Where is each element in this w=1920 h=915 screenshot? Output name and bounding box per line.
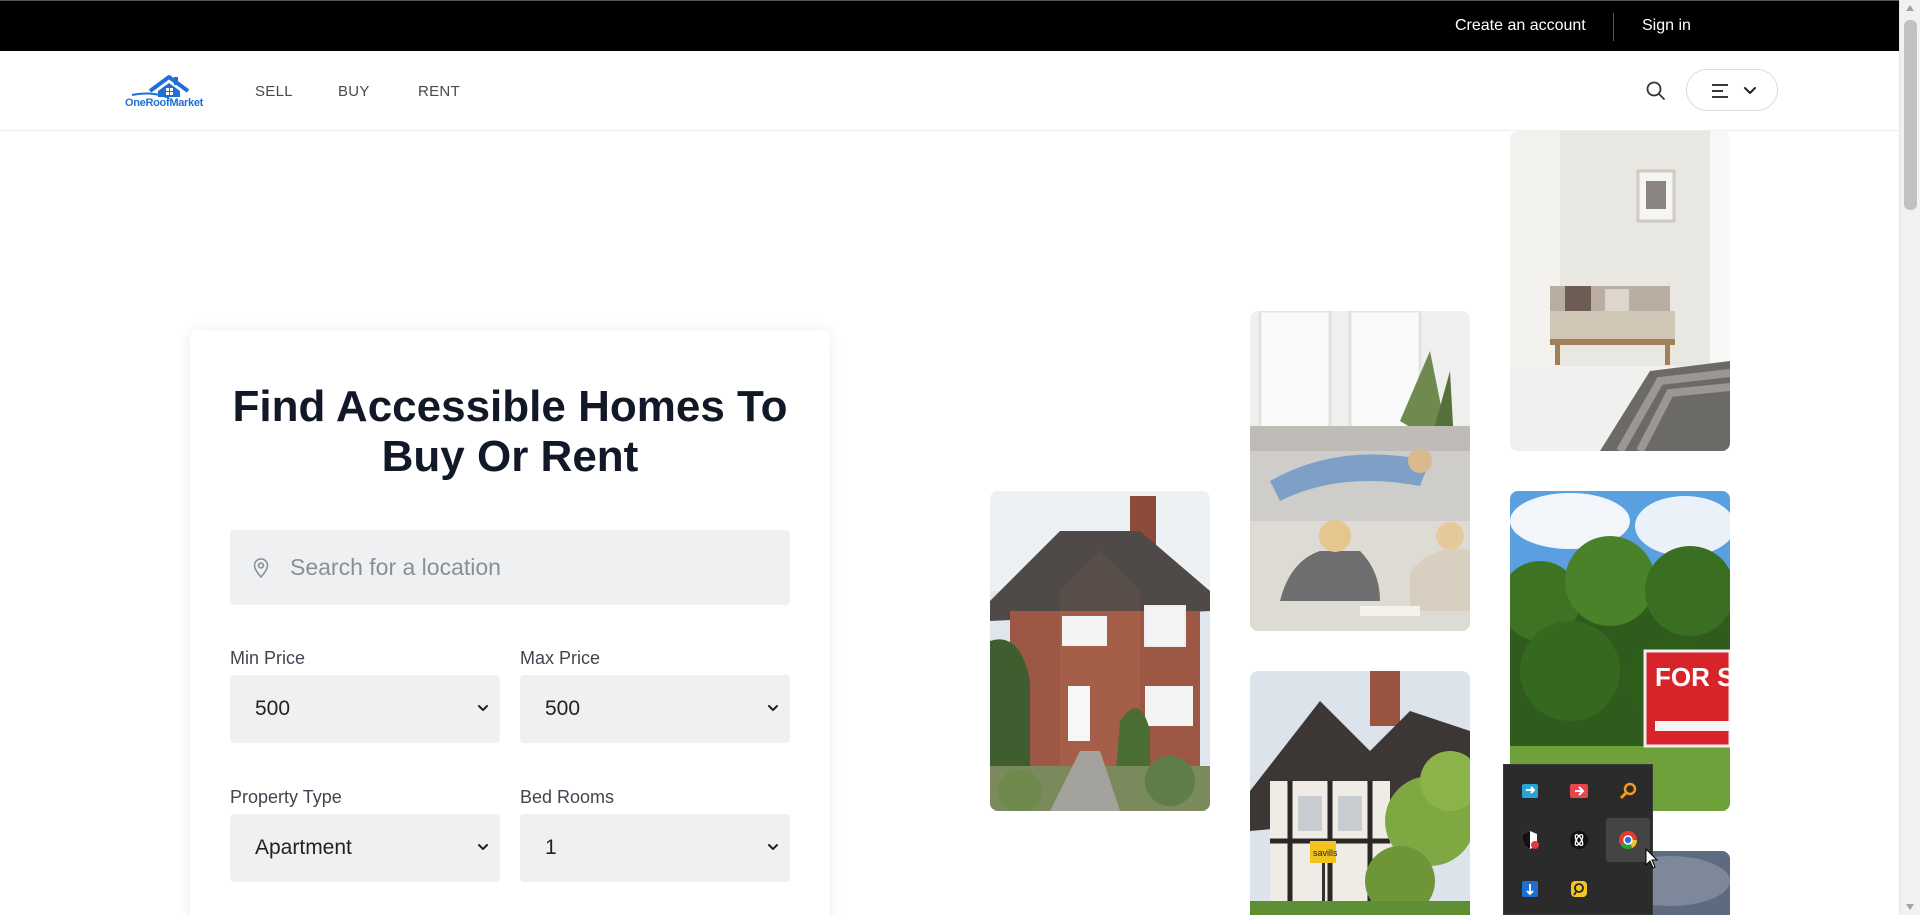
tudor-house-image: savills (1250, 671, 1470, 915)
hero-title-line2: Buy Or Rent (381, 432, 639, 481)
chevron-down-icon (768, 705, 778, 711)
brick-house-photo (990, 491, 1210, 811)
sign-in-link[interactable]: Sign in (1642, 17, 1691, 35)
property-type-label: Property Type (230, 787, 342, 807)
min-price-value: 500 (255, 697, 291, 720)
location-search-field[interactable] (230, 530, 790, 605)
site-logo[interactable]: OneRoofMarket (122, 71, 216, 111)
for-sale-sign-photo: FOR SALE (1510, 491, 1730, 811)
chrome-icon[interactable] (1606, 818, 1650, 862)
max-price-value: 500 (545, 697, 581, 720)
search-button[interactable] (1644, 79, 1668, 103)
max-price-label: Max Price (520, 648, 601, 668)
nav-rent-link[interactable]: RENT (418, 83, 460, 100)
page-scrollbar[interactable] (1899, 0, 1920, 915)
search-icon (1646, 81, 1665, 100)
bedrooms-value: 1 (545, 836, 557, 859)
create-account-link[interactable]: Create an account (1455, 17, 1586, 35)
location-pin-icon (253, 558, 269, 579)
chevron-down-icon (478, 844, 488, 850)
property-type-select[interactable]: Apartment (230, 814, 500, 882)
chevron-down-icon (768, 844, 778, 850)
page-root: Create an account Sign in OneRoofMarket … (0, 0, 1920, 915)
topbar-divider (1613, 13, 1614, 41)
property-type-value: Apartment (255, 836, 352, 859)
nav-sell-link[interactable]: SELL (255, 83, 293, 100)
nav-buy-link[interactable]: BUY (338, 83, 370, 100)
brick-house-image (990, 491, 1210, 811)
atom-icon[interactable] (1557, 818, 1601, 862)
family-living-room-photo (1250, 311, 1470, 631)
scroll-up-arrow-icon[interactable] (1906, 5, 1914, 11)
scrollbar-thumb[interactable] (1904, 20, 1917, 210)
shield-icon[interactable] (1508, 818, 1552, 862)
menu-lines-icon (1712, 84, 1728, 98)
remote-icon[interactable] (1557, 769, 1601, 813)
hero-search-card: Find Accessible Homes To Buy Or Rent Min… (190, 330, 830, 915)
transfer-icon[interactable] (1508, 769, 1552, 813)
chevron-down-icon (1744, 87, 1756, 94)
top-account-bar: Create an account Sign in (0, 0, 1899, 51)
bedrooms-select[interactable]: 1 (520, 814, 790, 882)
location-search-input[interactable] (290, 530, 780, 605)
scroll-down-arrow-icon[interactable] (1906, 904, 1914, 910)
logo-wordmark: OneRoofMarket (125, 97, 203, 109)
living-room-image (1510, 131, 1730, 451)
menu-dropdown-button[interactable] (1686, 69, 1778, 111)
chevron-down-icon (478, 705, 488, 711)
chat-icon[interactable] (1557, 867, 1601, 911)
tudor-house-photo: savills (1250, 671, 1470, 915)
for-sale-sign-image: FOR SALE (1510, 491, 1730, 811)
family-living-room-image (1250, 311, 1470, 631)
hero-title: Find Accessible Homes To Buy Or Rent (190, 382, 830, 482)
mouse-cursor-icon (1645, 848, 1659, 869)
bedrooms-label: Bed Rooms (520, 787, 615, 807)
search-tool-icon[interactable] (1606, 769, 1650, 813)
for-sale-sign-text: FOR SALE (1655, 662, 1730, 692)
max-price-select[interactable]: 500 (520, 675, 790, 743)
hero-title-line1: Find Accessible Homes To (232, 382, 788, 431)
living-room-photo (1510, 131, 1730, 451)
min-price-label: Min Price (230, 648, 306, 668)
download-icon[interactable] (1508, 867, 1552, 911)
system-tray-overflow-popup (1503, 764, 1653, 915)
main-navbar: OneRoofMarket SELL BUY RENT (0, 51, 1899, 131)
min-price-select[interactable]: 500 (230, 675, 500, 743)
estate-sign-text: savills (1313, 848, 1338, 858)
